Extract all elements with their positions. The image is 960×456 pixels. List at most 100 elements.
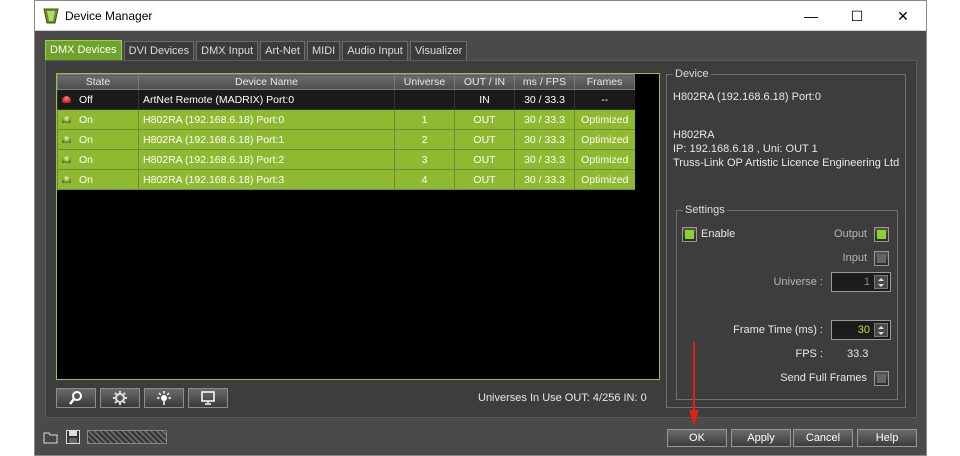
- send-full-frames-label: Send Full Frames: [780, 372, 867, 384]
- dmx-devices-panel: State Device Name Universe OUT / IN ms /…: [45, 60, 917, 418]
- state-on-led-icon: [62, 156, 71, 164]
- column-device-name[interactable]: Device Name: [138, 74, 395, 90]
- universe-value: 1: [863, 276, 870, 288]
- enable-label: Enable: [701, 228, 736, 240]
- ms-fps-cell: 30 / 33.3: [514, 109, 575, 130]
- send-full-frames-checkbox[interactable]: [874, 371, 889, 386]
- device-name-cell: H802RA (192.168.6.18) Port:3: [138, 169, 395, 190]
- frame-time-spinbox[interactable]: 30: [831, 320, 891, 340]
- tab-art-net[interactable]: Art-Net: [260, 41, 305, 60]
- input-label: Input: [842, 252, 867, 264]
- identify-icon: [157, 391, 171, 405]
- title-bar: Device Manager — ☐ ✕: [35, 1, 926, 31]
- universe-cell: 2: [394, 129, 455, 150]
- table-row[interactable]: On H802RA (192.168.6.18) Port:2 3 OUT 30…: [57, 149, 635, 170]
- selected-device-name: H802RA (192.168.6.18) Port:0: [673, 91, 821, 103]
- search-devices-button[interactable]: [56, 388, 96, 408]
- device-model: H802RA: [673, 129, 715, 141]
- ms-fps-cell: 30 / 33.3: [514, 149, 575, 170]
- column-universe[interactable]: Universe: [394, 74, 455, 90]
- frames-cell: Optimized: [574, 129, 635, 150]
- state-cell: On: [57, 149, 139, 170]
- ms-fps-cell: 30 / 33.3: [514, 89, 575, 110]
- tab-midi[interactable]: MIDI: [306, 41, 341, 60]
- madrix-app-icon: [43, 8, 59, 24]
- device-settings-button[interactable]: [100, 388, 140, 408]
- state-cell: On: [57, 129, 139, 150]
- state-cell: Off: [57, 89, 139, 110]
- cancel-button[interactable]: Cancel: [793, 429, 853, 447]
- state-text: On: [79, 113, 94, 126]
- table-row[interactable]: On H802RA (192.168.6.18) Port:3 4 OUT 30…: [57, 169, 635, 190]
- device-table: State Device Name Universe OUT / IN ms /…: [57, 74, 635, 190]
- monitor-icon: [201, 391, 215, 405]
- state-on-led-icon: [62, 116, 71, 124]
- spin-arrows-icon[interactable]: [874, 275, 888, 289]
- table-row[interactable]: On H802RA (192.168.6.18) Port:0 1 OUT 30…: [57, 109, 635, 130]
- universe-label: Universe :: [773, 276, 823, 288]
- input-checkbox[interactable]: [874, 251, 889, 266]
- device-list[interactable]: State Device Name Universe OUT / IN ms /…: [56, 73, 660, 380]
- universe-cell: 1: [394, 109, 455, 130]
- direction-cell: OUT: [454, 169, 515, 190]
- progress-placeholder: [87, 430, 167, 444]
- state-cell: On: [57, 169, 139, 190]
- column-state[interactable]: State: [57, 74, 139, 90]
- state-cell: On: [57, 109, 139, 130]
- red-arrow-annotation: [689, 342, 699, 426]
- table-header: State Device Name Universe OUT / IN ms /…: [57, 74, 635, 90]
- state-text: On: [79, 173, 94, 186]
- universe-spinbox[interactable]: 1: [831, 272, 891, 292]
- monitor-button[interactable]: [188, 388, 228, 408]
- open-folder-icon[interactable]: [43, 429, 59, 445]
- maximize-button[interactable]: ☐: [834, 1, 880, 31]
- frames-cell: Optimized: [574, 169, 635, 190]
- direction-cell: OUT: [454, 149, 515, 170]
- tab-dmx-input[interactable]: DMX Input: [196, 41, 259, 60]
- window-title: Device Manager: [65, 9, 153, 23]
- column-out-in[interactable]: OUT / IN: [454, 74, 515, 90]
- help-button[interactable]: Help: [857, 429, 917, 447]
- device-name-cell: H802RA (192.168.6.18) Port:1: [138, 129, 395, 150]
- state-text: Off: [79, 93, 93, 106]
- apply-button[interactable]: Apply: [731, 429, 791, 447]
- save-icon[interactable]: [65, 429, 81, 445]
- universe-cell: 3: [394, 149, 455, 170]
- device-manager-window: Device Manager — ☐ ✕ DMX Devices DVI Dev…: [34, 0, 927, 456]
- search-icon: [69, 391, 82, 405]
- enable-checkbox[interactable]: [682, 227, 697, 242]
- output-label: Output: [833, 228, 867, 240]
- fps-value: 33.3: [847, 348, 869, 360]
- settings-legend: Settings: [683, 204, 727, 216]
- settings-icon: [113, 391, 127, 405]
- ok-button[interactable]: OK: [667, 429, 727, 447]
- column-ms-fps[interactable]: ms / FPS: [514, 74, 575, 90]
- state-text: On: [79, 133, 94, 146]
- universe-cell: [394, 89, 455, 110]
- state-off-led-icon: [62, 96, 71, 104]
- table-row[interactable]: Off ArtNet Remote (MADRIX) Port:0 IN 30 …: [57, 89, 635, 110]
- tab-audio-input[interactable]: Audio Input: [342, 41, 408, 60]
- universes-in-use: Universes In Use OUT: 4/256 IN: 0: [478, 392, 647, 404]
- device-name-cell: H802RA (192.168.6.18) Port:0: [138, 109, 395, 130]
- settings-group: Settings Enable Output Input Universe : …: [676, 204, 898, 400]
- device-manufacturer: Truss-Link OP Artistic Licence Engineeri…: [673, 157, 900, 169]
- frame-time-label: Frame Time (ms) :: [733, 324, 823, 336]
- device-name-cell: ArtNet Remote (MADRIX) Port:0: [138, 89, 395, 110]
- table-row[interactable]: On H802RA (192.168.6.18) Port:1 2 OUT 30…: [57, 129, 635, 150]
- minimize-button[interactable]: —: [788, 1, 834, 31]
- file-actions: [43, 429, 167, 445]
- direction-cell: IN: [454, 89, 515, 110]
- column-frames[interactable]: Frames: [574, 74, 635, 90]
- spin-arrows-icon[interactable]: [874, 323, 888, 337]
- identify-device-button[interactable]: [144, 388, 184, 408]
- device-toolbar: [56, 388, 232, 408]
- close-button[interactable]: ✕: [880, 1, 926, 31]
- tab-dmx-devices[interactable]: DMX Devices: [45, 40, 122, 60]
- tab-dvi-devices[interactable]: DVI Devices: [123, 41, 195, 60]
- direction-cell: OUT: [454, 109, 515, 130]
- device-legend: Device: [673, 68, 711, 80]
- frames-cell: Optimized: [574, 109, 635, 130]
- tab-visualizer[interactable]: Visualizer: [409, 41, 468, 60]
- output-checkbox[interactable]: [874, 227, 889, 242]
